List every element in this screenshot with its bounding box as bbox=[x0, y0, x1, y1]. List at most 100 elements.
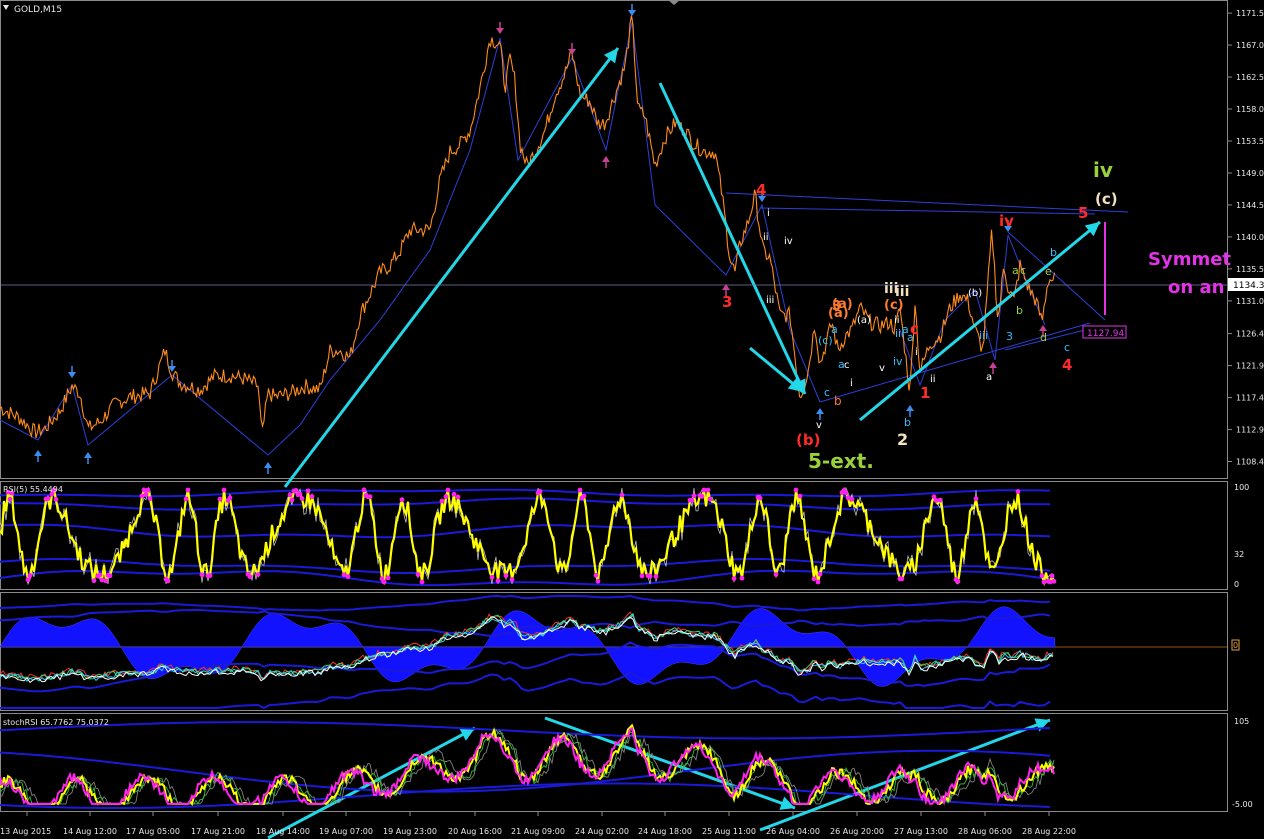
price-tick-label: 1135.5 bbox=[1236, 265, 1264, 274]
rsi-extreme-dot bbox=[955, 578, 961, 584]
wave-label: 1 bbox=[920, 384, 930, 402]
price-tick-label: 1112.9 bbox=[1236, 426, 1264, 435]
rsi-extreme-dot bbox=[415, 572, 421, 577]
wave-label-i: i bbox=[915, 347, 918, 358]
rsi-extreme-dot bbox=[309, 494, 315, 499]
time-tick-label: 24 Aug 18:00 bbox=[638, 827, 692, 836]
wave-label: a bbox=[831, 323, 838, 336]
rsi-extreme-dot bbox=[815, 579, 821, 585]
wave-label: a bbox=[986, 372, 992, 383]
rsi-level-0: 0 bbox=[1234, 580, 1239, 589]
wave-label: c bbox=[1020, 264, 1026, 277]
rsi-extreme-dot bbox=[817, 571, 823, 577]
rsi-extreme-dot bbox=[797, 493, 803, 499]
side-text-1: Symmet bbox=[1148, 249, 1231, 270]
wave-label: i bbox=[767, 208, 770, 219]
time-tick-label: 19 Aug 07:00 bbox=[319, 827, 373, 836]
rsi-extreme-dot bbox=[445, 487, 451, 493]
rsi-extreme-dot bbox=[1041, 579, 1047, 585]
rsi-extreme-dot bbox=[385, 575, 391, 581]
rsi-extreme-dot bbox=[793, 487, 799, 493]
rsi-extreme-dot bbox=[707, 496, 713, 502]
time-tick-label: 14 Aug 12:00 bbox=[63, 827, 117, 836]
price-tick-label: 1131.0 bbox=[1236, 297, 1264, 306]
price-tick-label: 1108.4 bbox=[1236, 457, 1264, 466]
time-tick-label: 20 Aug 16:00 bbox=[448, 827, 502, 836]
wave-label: b bbox=[904, 416, 911, 429]
rsi-extreme-dot bbox=[165, 578, 171, 584]
rsi-extreme-dot bbox=[305, 488, 311, 494]
wave-label: iv bbox=[784, 236, 793, 247]
rsi-extreme-dot bbox=[455, 494, 461, 500]
stochrsi-level-105: 105 bbox=[1234, 717, 1249, 726]
time-tick-label: 26 Aug 04:00 bbox=[766, 827, 820, 836]
rsi-extreme-dot bbox=[705, 487, 711, 493]
wave-label: (b) bbox=[796, 431, 820, 449]
rsi-extreme-dot bbox=[739, 575, 745, 581]
rsi-extreme-dot bbox=[419, 579, 425, 585]
wave-label: 4 bbox=[1062, 356, 1072, 374]
rsi-extreme-dot bbox=[849, 496, 855, 502]
time-tick-label: 28 Aug 06:00 bbox=[958, 827, 1012, 836]
price-tick-label: 1117.4 bbox=[1236, 394, 1264, 403]
rsi-extreme-dot bbox=[937, 497, 943, 503]
time-tick-label: 18 Aug 14:00 bbox=[256, 827, 310, 836]
rsi-extreme-dot bbox=[577, 487, 583, 493]
price-tick-label: 1140.0 bbox=[1236, 233, 1264, 242]
rsi-extreme-dot bbox=[143, 492, 149, 497]
rsi-extreme-dot bbox=[147, 496, 153, 502]
rsi-extreme-dot bbox=[255, 572, 261, 577]
rsi-extreme-dot bbox=[495, 578, 501, 584]
wave-label: 2 bbox=[897, 430, 908, 449]
wave-label: iv bbox=[999, 212, 1014, 230]
rsi-extreme-dot bbox=[451, 491, 457, 497]
rsi-extreme-dot bbox=[381, 579, 387, 585]
wave-label: 3 bbox=[1006, 330, 1013, 343]
stochrsi-level-low: -5.00 bbox=[1232, 800, 1253, 809]
rsi-extreme-dot bbox=[145, 487, 151, 493]
rsi-extreme-dot bbox=[297, 491, 303, 497]
rsi-extreme-dot bbox=[689, 498, 695, 503]
rsi-extreme-dot bbox=[489, 574, 495, 580]
rsi-extreme-dot bbox=[299, 496, 305, 502]
wave-label: a bbox=[1012, 264, 1019, 277]
wave-label: v bbox=[879, 363, 885, 374]
time-tick-label: 28 Aug 22:00 bbox=[1022, 827, 1076, 836]
rsi-extreme-dot bbox=[221, 487, 227, 493]
wave-label: (b) bbox=[968, 288, 982, 299]
wave-label-ii: ii bbox=[930, 374, 936, 385]
rsi-extreme-dot bbox=[439, 498, 445, 504]
wave-label: ii bbox=[763, 232, 769, 243]
rsi-extreme-dot bbox=[1039, 573, 1045, 579]
current-price-label: 1134.3 bbox=[1233, 281, 1264, 291]
rsi-extreme-dot bbox=[595, 578, 601, 584]
wave-label: (c) bbox=[1095, 190, 1118, 208]
rsi-extreme-dot bbox=[293, 487, 299, 493]
rsi-extreme-dot bbox=[247, 574, 253, 580]
rsi-extreme-dot bbox=[1047, 579, 1053, 585]
wave-label: iii bbox=[979, 329, 988, 342]
rsi-extreme-dot bbox=[53, 496, 59, 502]
price-tick-label: 1126.4 bbox=[1236, 330, 1264, 339]
rsi-extreme-dot bbox=[103, 578, 109, 584]
wave-label: b bbox=[1050, 246, 1057, 259]
rsi-level-100: 100 bbox=[1234, 483, 1249, 492]
rsi-extreme-dot bbox=[973, 496, 979, 502]
time-tick-label: 21 Aug 09:00 bbox=[511, 827, 565, 836]
wave-label: iii bbox=[766, 295, 774, 306]
rsi-extreme-dot bbox=[399, 497, 405, 503]
rsi-extreme-dot bbox=[811, 576, 817, 582]
wave-label-b2: a bbox=[838, 358, 845, 371]
rsi-extreme-dot bbox=[843, 490, 849, 496]
wave-label: iv bbox=[1093, 158, 1113, 182]
rsi-extreme-dot bbox=[27, 573, 33, 578]
rsi-extreme-dot bbox=[731, 576, 737, 582]
wave-label: iv bbox=[893, 355, 903, 368]
rsi-label: RSI(5) 55.4494 bbox=[3, 485, 63, 494]
wave-label: 5-ext. bbox=[808, 449, 874, 473]
time-tick-label: 24 Aug 02:00 bbox=[575, 827, 629, 836]
rsi-extreme-dot bbox=[509, 577, 515, 582]
rsi-level-32: 32 bbox=[1234, 550, 1244, 559]
wave-label-c: (c) bbox=[884, 298, 904, 313]
price-tick-label: 1153.5 bbox=[1236, 137, 1264, 146]
